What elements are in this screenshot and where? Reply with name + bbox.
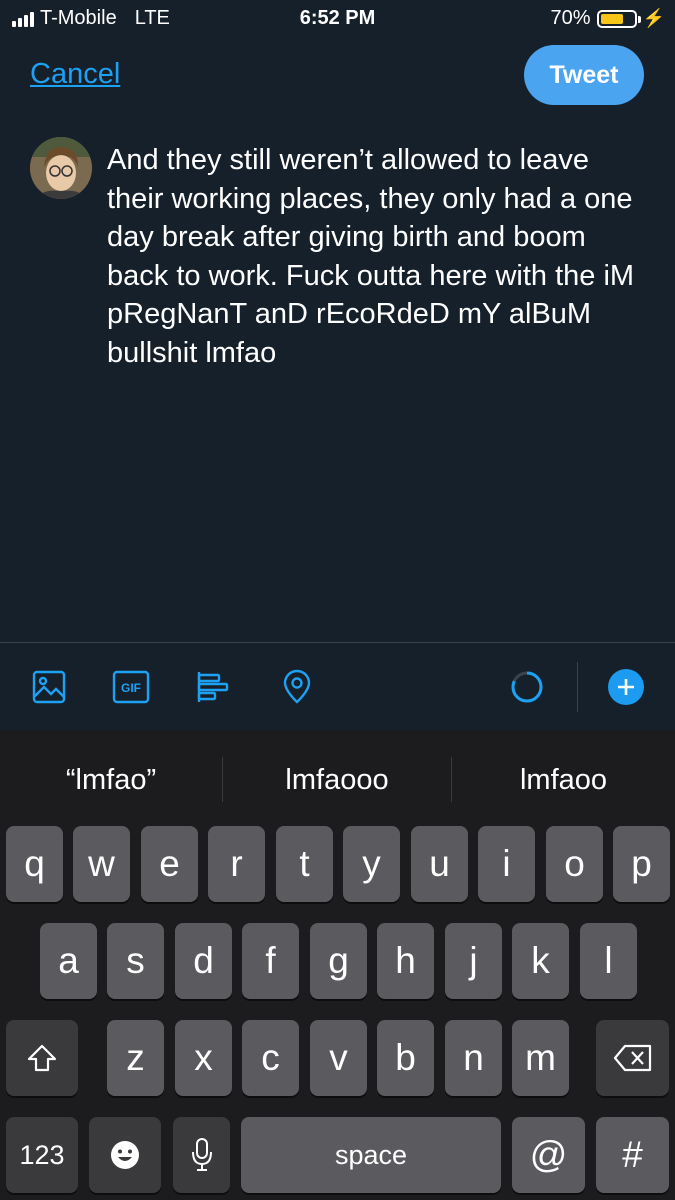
suggestion-2[interactable]: lmfaooo (223, 760, 451, 800)
key-r[interactable]: r (208, 826, 265, 902)
image-icon[interactable] (30, 668, 68, 706)
key-n[interactable]: n (445, 1020, 502, 1096)
key-e[interactable]: e (141, 826, 198, 902)
key-o[interactable]: o (546, 826, 603, 902)
battery-fill (600, 13, 623, 24)
key-x[interactable]: x (175, 1020, 232, 1096)
key-g[interactable]: g (310, 923, 367, 999)
avatar (30, 137, 92, 199)
key-m[interactable]: m (512, 1020, 569, 1096)
key-a[interactable]: a (40, 923, 97, 999)
gif-label: GIF (121, 681, 141, 695)
at-key[interactable]: @ (512, 1117, 585, 1193)
key-u[interactable]: u (411, 826, 468, 902)
key-v[interactable]: v (310, 1020, 367, 1096)
hash-key[interactable]: # (596, 1117, 669, 1193)
backspace-icon (613, 1044, 651, 1072)
key-p[interactable]: p (613, 826, 670, 902)
key-i[interactable]: i (478, 826, 535, 902)
add-tweet-icon[interactable] (607, 668, 645, 706)
toolbar-divider (0, 642, 675, 643)
key-f[interactable]: f (242, 923, 299, 999)
key-z[interactable]: z (107, 1020, 164, 1096)
key-d[interactable]: d (175, 923, 232, 999)
charging-icon: ⚡ (642, 8, 665, 28)
key-w[interactable]: w (73, 826, 130, 902)
suggestion-1[interactable]: “lmfao” (0, 760, 222, 800)
toolbar-separator (577, 662, 578, 712)
key-k[interactable]: k (512, 923, 569, 999)
tweet-button[interactable]: Tweet (524, 45, 644, 105)
key-t[interactable]: t (276, 826, 333, 902)
key-b[interactable]: b (377, 1020, 434, 1096)
dictation-key[interactable] (173, 1117, 230, 1193)
tweet-text-input[interactable]: And they still weren’t allowed to leave … (107, 141, 652, 372)
cancel-button[interactable]: Cancel (30, 58, 120, 91)
battery-icon (596, 9, 641, 28)
key-s[interactable]: s (107, 923, 164, 999)
battery-percent: 70% (550, 7, 591, 29)
shift-icon (27, 1044, 57, 1072)
key-l[interactable]: l (580, 923, 637, 999)
suggestion-3[interactable]: lmfaoo (452, 760, 675, 800)
numbers-key[interactable]: 123 (6, 1117, 78, 1193)
poll-icon[interactable] (194, 668, 232, 706)
key-c[interactable]: c (242, 1020, 299, 1096)
key-h[interactable]: h (377, 923, 434, 999)
status-right: 70% ⚡ (551, 7, 665, 30)
emoji-icon (111, 1141, 139, 1169)
microphone-icon (191, 1138, 212, 1171)
character-count-ring (508, 668, 546, 706)
key-y[interactable]: y (343, 826, 400, 902)
avatar-image (30, 137, 92, 199)
emoji-key[interactable] (89, 1117, 161, 1193)
space-key[interactable]: space (241, 1117, 501, 1193)
shift-key[interactable] (6, 1020, 78, 1096)
backspace-key[interactable] (596, 1020, 669, 1096)
status-bar: T-Mobile LTE 6:52 PM 70% ⚡ (0, 0, 675, 38)
key-j[interactable]: j (445, 923, 502, 999)
gif-icon[interactable]: GIF (112, 668, 150, 706)
key-q[interactable]: q (6, 826, 63, 902)
location-icon[interactable] (278, 668, 316, 706)
